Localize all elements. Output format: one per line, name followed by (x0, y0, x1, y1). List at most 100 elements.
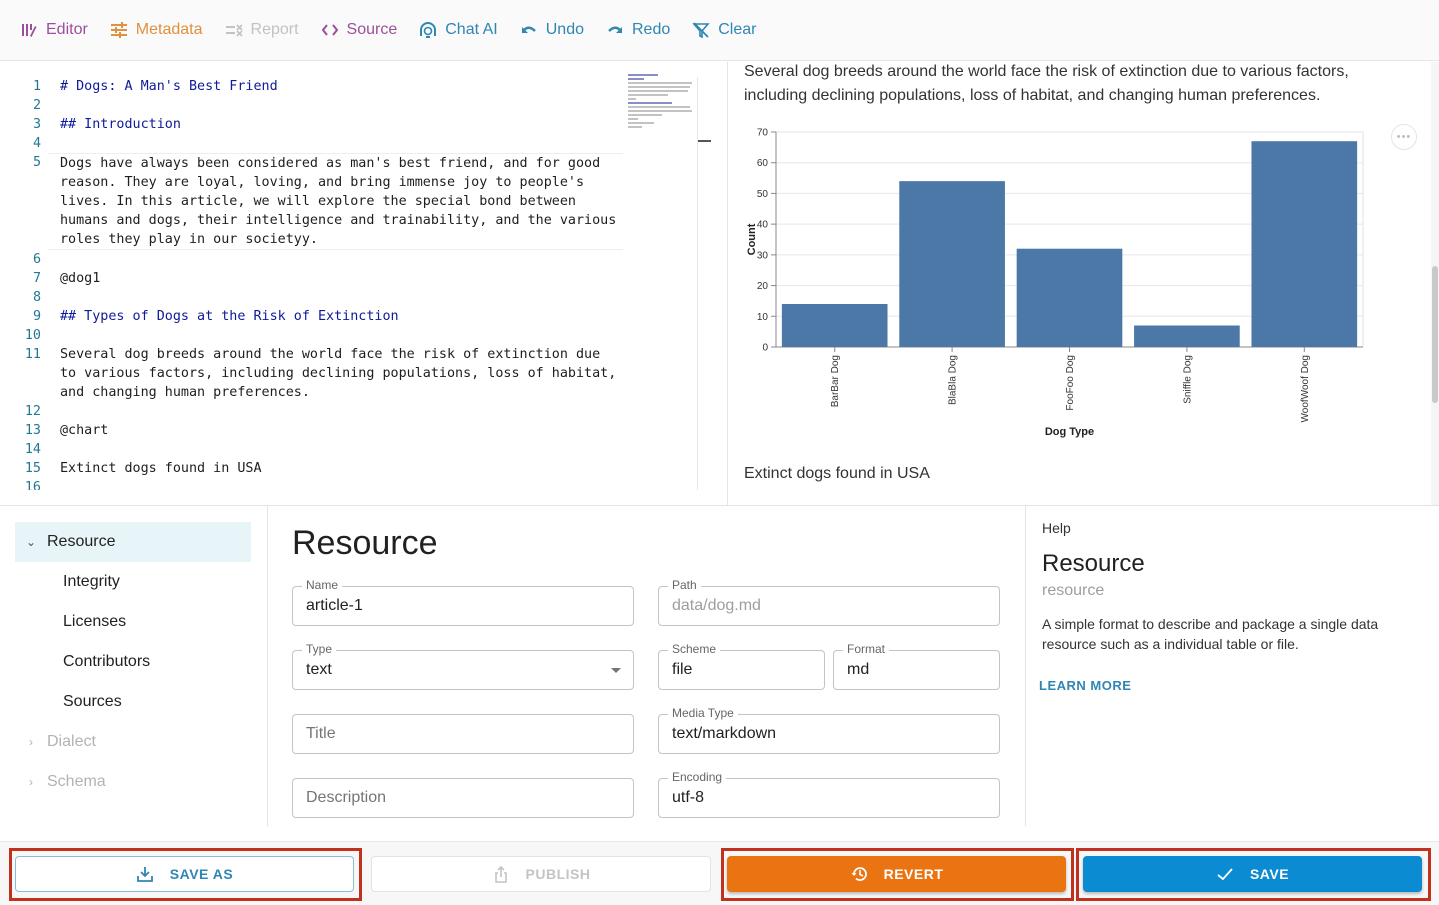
format-value: md (847, 661, 870, 678)
title-field[interactable]: Title (292, 714, 634, 754)
type-value: text (306, 661, 332, 678)
chart-actions-button[interactable]: ••• (1391, 124, 1417, 150)
toolbar-source-button[interactable]: Source (321, 21, 398, 39)
toolbar-metadata-label: Metadata (135, 21, 203, 38)
tree-item-licenses[interactable]: Licenses (15, 602, 251, 642)
code-line[interactable]: 15 Extinct dogs found in USA (0, 459, 625, 478)
preview-scrollbar-thumb[interactable] (1432, 266, 1438, 403)
save-label: SAVE (1249, 866, 1290, 882)
type-label: Type (302, 642, 337, 656)
line-content (48, 402, 623, 421)
line-number: 1 (32, 79, 41, 94)
tree-item-label: Contributors (63, 653, 151, 670)
editor-scrollbar[interactable] (697, 77, 698, 490)
toolbar-metadata-button[interactable]: Metadata (110, 21, 203, 39)
help-panel: Help Resource resource A simple format t… (1025, 506, 1439, 826)
tree-item-resource[interactable]: ⌄ Resource (15, 522, 251, 562)
revert-button[interactable]: REVERT (727, 856, 1066, 892)
line-number: 6 (32, 252, 41, 267)
code-line[interactable]: 11 Several dog breeds around the world fa… (0, 345, 625, 402)
learn-more-link[interactable]: LEARN MORE (1039, 678, 1131, 693)
tree-item-label: Integrity (63, 573, 120, 590)
encoding-field[interactable]: Encoding utf-8 (658, 770, 1000, 818)
name-label: Name (302, 578, 343, 592)
toolbar-clear-button[interactable]: Clear (692, 21, 756, 39)
line-content (48, 326, 623, 345)
editor-minimap[interactable] (628, 74, 698, 134)
code-line[interactable]: 5 Dogs have always been considered as man… (0, 153, 625, 250)
line-content: @chart (60, 423, 109, 438)
help-description: A simple format to describe and package … (1042, 616, 1379, 652)
toolbar-source-label: Source (346, 21, 398, 38)
y-tick-label: 20 (757, 281, 769, 292)
code-line[interactable]: 4 (0, 134, 625, 153)
line-number: 2 (32, 98, 41, 113)
dropdown-arrow-icon (611, 668, 621, 673)
media-type-field[interactable]: Media Type text/markdown (658, 706, 1000, 754)
toolbar-editor-label: Editor (46, 21, 88, 38)
type-select[interactable]: Type text (292, 642, 634, 690)
y-tick-label: 60 (757, 158, 769, 169)
resource-form: Resource Name article-1 Path data/dog.md… (268, 506, 1025, 826)
tree-item-schema[interactable]: › Schema (15, 762, 251, 802)
toolbar-redo-button[interactable]: Redo (606, 21, 670, 39)
code-line[interactable]: 10 (0, 326, 625, 345)
tree-item-sources[interactable]: Sources (15, 682, 251, 722)
markdown-editor[interactable]: 1 # Dogs: A Man's Best Friend 2 3 ## Introdu… (0, 62, 727, 490)
undo-icon (521, 26, 536, 33)
line-number: 11 (24, 347, 41, 362)
toolbar-editor-button[interactable]: Editor (20, 21, 88, 39)
line-content: ## Types of Dogs at the Risk of Extincti… (60, 309, 399, 324)
y-tick-label: 30 (757, 250, 769, 261)
line-content: Several dog breeds around the world face… (60, 347, 625, 400)
line-number: 14 (24, 442, 41, 457)
code-line[interactable]: 12 (0, 402, 625, 421)
line-content: Dogs have always been considered as man'… (48, 153, 623, 250)
markdown-preview: Several dog breeds around the world face… (728, 62, 1439, 505)
code-line[interactable]: 2 (0, 96, 625, 115)
code-lines[interactable]: 1 # Dogs: A Man's Best Friend 2 3 ## Introdu… (0, 77, 625, 490)
tree-item-integrity[interactable]: Integrity (15, 562, 251, 602)
code-icon (321, 24, 338, 36)
line-number: 10 (24, 328, 41, 343)
preview-paragraph: Several dog breeds around the world face… (744, 63, 1349, 104)
code-line[interactable]: 14 (0, 440, 625, 459)
save-as-button[interactable]: SAVE AS (15, 856, 354, 892)
code-line[interactable]: 13 @chart (0, 421, 625, 440)
code-line[interactable]: 9 ## Types of Dogs at the Risk of Extinct… (0, 307, 625, 326)
code-line[interactable]: 7 @dog1 (0, 269, 625, 288)
tree-item-dialect[interactable]: › Dialect (15, 722, 251, 762)
share-icon (494, 865, 507, 883)
more-icon: ••• (1396, 131, 1412, 143)
y-tick-label: 10 (757, 312, 769, 323)
tree-item-contributors[interactable]: Contributors (15, 642, 251, 682)
help-subtitle: resource (1042, 582, 1105, 599)
line-content (48, 440, 623, 459)
code-line[interactable]: 3 ## Introduction (0, 115, 625, 134)
toolbar-undo-button[interactable]: Undo (520, 21, 584, 39)
editor-icon (22, 24, 37, 37)
bar-woofwoof-dog (1251, 141, 1358, 347)
line-number: 12 (24, 404, 41, 419)
code-line[interactable]: 6 (0, 250, 625, 269)
line-content (48, 134, 623, 153)
revert-label: REVERT (883, 866, 944, 882)
scheme-field[interactable]: Scheme file (658, 642, 825, 690)
description-field[interactable]: Description (292, 778, 634, 818)
publish-button[interactable]: PUBLISH (371, 856, 711, 892)
chevron-right-icon: › (29, 775, 33, 789)
toolbar-chat-ai-button[interactable]: Chat AI (419, 21, 498, 39)
scheme-label: Scheme (668, 642, 721, 656)
toolbar-report-button[interactable]: Report (225, 21, 299, 39)
code-line[interactable]: 16 (0, 478, 625, 490)
path-field[interactable]: Path data/dog.md (658, 578, 1000, 626)
form-title: Resource (292, 524, 438, 562)
save-button[interactable]: SAVE (1083, 856, 1422, 892)
format-field[interactable]: Format md (833, 642, 1000, 690)
code-line[interactable]: 8 (0, 288, 625, 307)
code-line[interactable]: 1 # Dogs: A Man's Best Friend (0, 77, 625, 96)
scheme-value: file (672, 661, 693, 678)
toolbar-report-label: Report (250, 21, 299, 38)
name-field[interactable]: Name article-1 (292, 578, 634, 626)
x-tick-label: Sniffle Dog (1182, 355, 1193, 404)
